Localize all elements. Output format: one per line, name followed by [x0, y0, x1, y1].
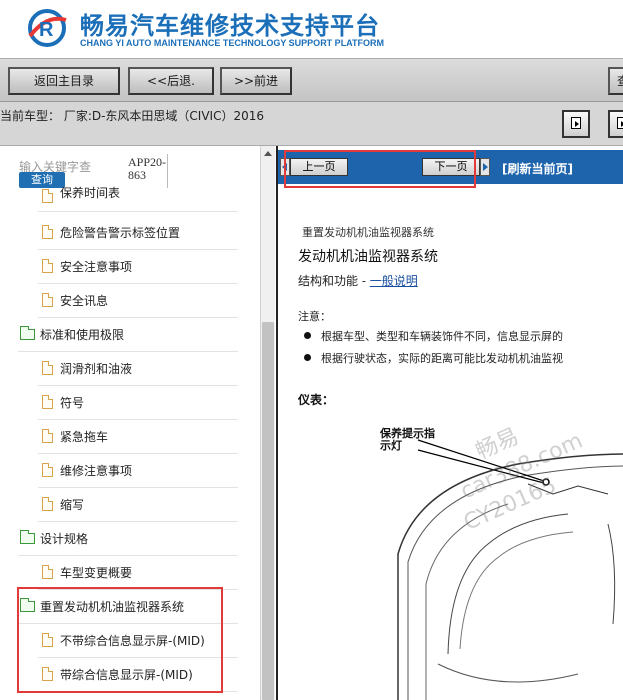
app-header: R 畅易汽车维修技术支持平台 CHANG YI AUTO MAINTENANCE…: [0, 0, 623, 58]
sidebar-item-label: 危险警告警示标签位置: [60, 226, 181, 240]
subtitle-prefix: 结构和功能 -: [298, 274, 370, 288]
sidebar-item-label: 车型变更概要: [60, 566, 133, 580]
highlight-box: [284, 150, 476, 188]
query-button[interactable]: 查: [608, 67, 623, 95]
document-icon: [42, 293, 53, 307]
sidebar-item-lubricants[interactable]: 润滑剂和油液: [38, 352, 238, 386]
document-icon: [42, 259, 53, 273]
note-item: 根据行驶状态，实际的距离可能比发动机机油监视: [304, 350, 563, 366]
document-icon: [42, 361, 53, 375]
document-icon: [42, 497, 53, 511]
sidebar-item-label: 缩写: [60, 498, 85, 512]
maintenance-indicator-callout: 保养提示指示灯: [380, 427, 435, 452]
document-icon: [42, 565, 53, 579]
document-icon: [42, 395, 53, 409]
expand-panel-icon[interactable]: [562, 110, 590, 138]
arrow-right-icon[interactable]: [480, 158, 490, 176]
document-icon: [42, 225, 53, 239]
sidebar-item-label: 符号: [60, 396, 85, 410]
search-button[interactable]: 查询: [19, 172, 65, 188]
collapse-panel-icon[interactable]: [608, 110, 623, 138]
sidebar-item-safety-precautions[interactable]: 安全注意事项: [38, 250, 238, 284]
sidebar-item-label: 润滑剂和油液: [60, 362, 133, 376]
highlight-box: [17, 587, 223, 693]
sidebar-item-safety-messages[interactable]: 安全讯息: [38, 284, 238, 318]
page-title: 发动机机油监视器系统: [298, 249, 438, 265]
sidebar-item-label: 紧急拖车: [60, 430, 109, 444]
panel-label: 仪表：: [298, 393, 335, 407]
sidebar-item-label: 标准和使用极限: [40, 328, 125, 342]
back-button[interactable]: <<后退.: [128, 67, 214, 95]
note-item: 根据车型、类型和车辆装饰件不同，信息显示屏的: [304, 328, 563, 344]
brand-title: 畅易汽车维修技术支持平台: [80, 12, 380, 40]
model-bar: 当前车型： 厂家:D-东风本田思域（CIVIC）2016: [0, 102, 623, 146]
scroll-up-arrow-icon[interactable]: [264, 151, 272, 156]
sidebar-item-label: 安全讯息: [60, 294, 109, 308]
note-label: 注意：: [298, 310, 331, 323]
brand-logo-icon: R: [28, 9, 67, 47]
sidebar-item-model-change-summary[interactable]: 车型变更概要: [38, 556, 238, 590]
forward-button[interactable]: >>前进: [220, 67, 292, 95]
doc-subtitle: 结构和功能 - 一般说明: [298, 272, 418, 289]
sidebar-item-symbols[interactable]: 符号: [38, 386, 238, 420]
brand-subtitle: CHANG YI AUTO MAINTENANCE TECHNOLOGY SUP…: [80, 38, 385, 48]
divider: [167, 154, 168, 188]
bullet-icon: [304, 332, 311, 339]
folder-icon: [20, 326, 35, 340]
sidebar-item-maintenance-schedule[interactable]: 保养时间表: [38, 186, 238, 212]
sidebar-item-label: 安全注意事项: [60, 260, 133, 274]
sidebar-item-abbreviations[interactable]: 缩写: [38, 488, 238, 522]
main-toolbar: 返回主目录 <<后退. >>前进 查: [0, 58, 623, 102]
sidebar-folder-design-specs[interactable]: 设计规格: [18, 522, 238, 556]
sidebar-scrollbar[interactable]: [260, 146, 275, 700]
bullet-icon: [304, 354, 311, 361]
sidebar-folder-standards[interactable]: 标准和使用极限: [18, 318, 238, 352]
sidebar-item-label: 保养时间表: [60, 186, 121, 200]
sidebar-item-emergency-towing[interactable]: 紧急拖车: [38, 420, 238, 454]
svg-text:R: R: [39, 19, 54, 41]
current-model-label: 当前车型： 厂家:D-东风本田思域（CIVIC）2016: [0, 109, 265, 123]
scrollbar-thumb[interactable]: [262, 322, 274, 700]
document-icon: [42, 189, 53, 203]
doc-breadcrumb: 重置发动机机油监视器系统: [302, 226, 434, 239]
sidebar-item-label: 维修注意事项: [60, 464, 133, 478]
folder-icon: [20, 530, 35, 544]
sidebar-item-label: 设计规格: [40, 532, 89, 546]
general-description-link[interactable]: 一般说明: [370, 274, 418, 288]
sidebar-item-service-precautions[interactable]: 维修注意事项: [38, 454, 238, 488]
sidebar-tree: 输入关键字查 查询 APP20-863 保养时间表 危险警告警示标签位置 安全注…: [0, 146, 260, 700]
return-home-button[interactable]: 返回主目录: [8, 67, 120, 95]
document-viewer: 上一页 下一页 [刷新当前页] 重置发动机机油监视器系统 发动机机油监视器系统 …: [276, 146, 623, 700]
document-icon: [42, 463, 53, 477]
refresh-page-link[interactable]: [刷新当前页]: [502, 160, 573, 177]
sidebar-item-warning-labels[interactable]: 危险警告警示标签位置: [38, 216, 238, 250]
document-icon: [42, 429, 53, 443]
app-version-label: APP20-863: [128, 155, 167, 182]
